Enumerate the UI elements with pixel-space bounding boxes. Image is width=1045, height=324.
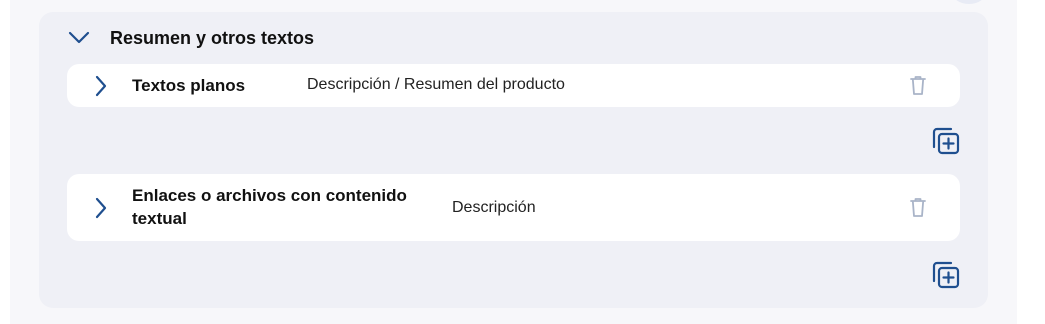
- item-title: Textos planos: [132, 76, 246, 95]
- item-description: Descripción / Resumen del producto: [307, 76, 565, 93]
- chevron-down-icon: [68, 31, 90, 44]
- trash-icon[interactable]: [909, 196, 927, 218]
- summary-section-card: [39, 12, 988, 308]
- list-item-plain-texts: Textos planos Descripción / Resumen del …: [67, 64, 960, 107]
- copy-add-icon[interactable]: [931, 260, 961, 290]
- trash-icon[interactable]: [909, 74, 927, 96]
- chevron-right-icon[interactable]: [95, 197, 107, 219]
- chevron-right-icon[interactable]: [95, 75, 107, 97]
- item-title: Enlaces o archivos con contenido textual: [132, 186, 407, 228]
- copy-add-icon[interactable]: [931, 126, 961, 156]
- summary-section-toggle[interactable]: Resumen y otros textos: [68, 26, 314, 50]
- list-item-links-or-files: Enlaces o archivos con contenido textual…: [67, 174, 960, 241]
- item-description: Descripción: [452, 199, 536, 216]
- section-title: Resumen y otros textos: [110, 27, 315, 48]
